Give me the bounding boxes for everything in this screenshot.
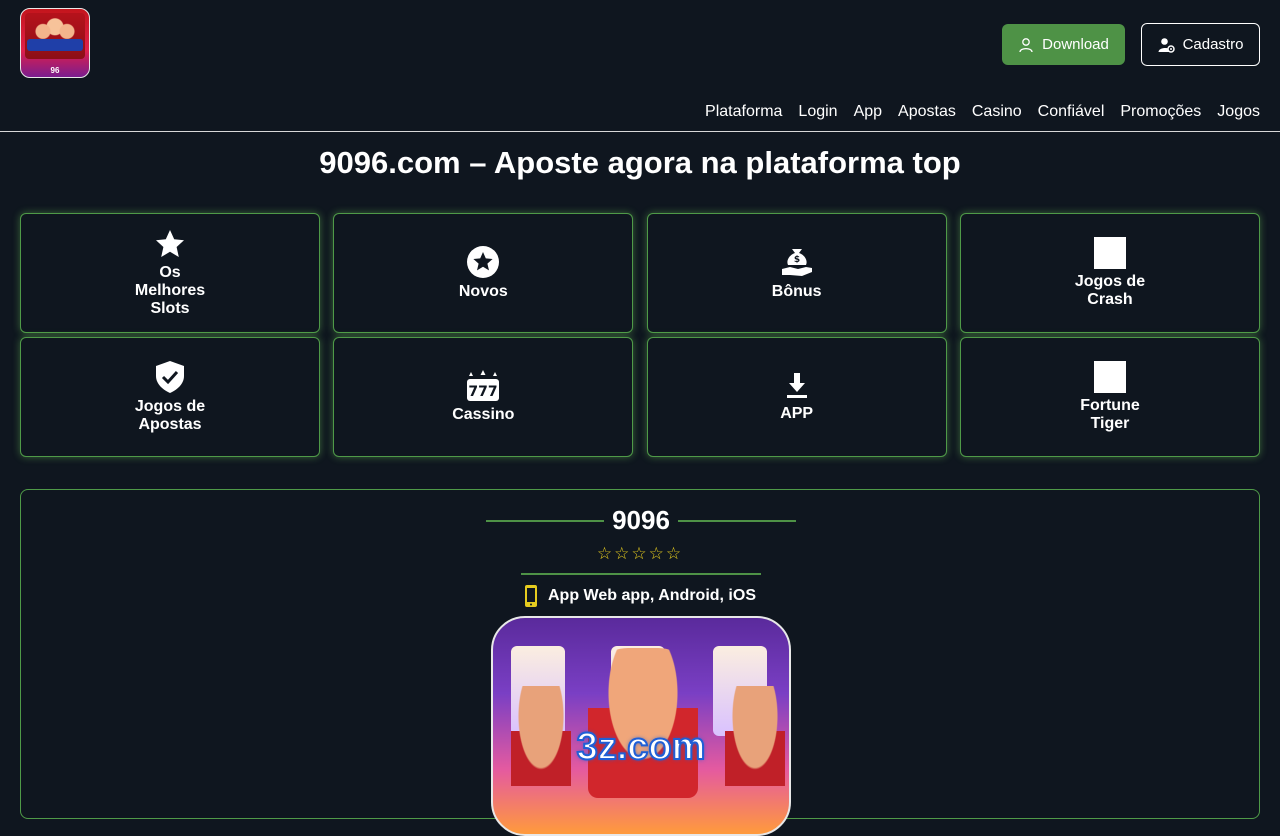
download-label: Download — [1042, 36, 1109, 53]
category-label: Fortune Tiger — [1080, 397, 1140, 432]
star-outline-icon: ☆ — [614, 544, 632, 563]
rating-stars: ☆☆☆☆☆ — [21, 544, 1259, 564]
nav-casino[interactable]: Casino — [972, 103, 1022, 121]
page-title: 9096.com – Aposte agora na plataforma to… — [319, 145, 961, 180]
main-nav: Plataforma Login App Apostas Casino Conf… — [705, 103, 1260, 121]
category-card-cassino[interactable]: 777 Cassino — [333, 337, 634, 457]
platforms-text: App Web app, Android, iOS — [548, 587, 756, 604]
game-promo-image[interactable]: 3z.com — [491, 616, 791, 836]
nav-plataforma[interactable]: Plataforma — [705, 103, 782, 121]
user-icon — [1019, 37, 1033, 52]
divider-line — [521, 573, 761, 575]
brand-name: 9096 — [612, 505, 670, 535]
star-outline-icon: ☆ — [631, 544, 649, 563]
site-header: 96 Download Cadastro Plataforma Login Ap… — [0, 0, 1280, 132]
star-outline-icon: ☆ — [665, 544, 684, 563]
app-panel: 9096 ☆☆☆☆☆ App Web app, Android, iOS 3z.… — [20, 489, 1260, 836]
cadastro-button[interactable]: Cadastro — [1141, 23, 1260, 66]
download-icon — [786, 373, 807, 398]
site-logo[interactable]: 96 — [20, 8, 90, 78]
category-card-melhores-slots[interactable]: Os Melhores Slots — [20, 213, 320, 333]
star-icon — [156, 230, 184, 257]
category-label: Novos — [458, 283, 508, 300]
category-grid: Os Melhores Slots Novos $ Bônus Jogos de… — [20, 213, 1260, 457]
shield-check-icon — [156, 361, 184, 393]
category-label: APP — [780, 405, 814, 422]
divider-line — [486, 519, 605, 522]
fortune-tiger-image — [1093, 361, 1126, 393]
category-card-apostas[interactable]: Jogos de Apostas — [20, 337, 320, 457]
category-label: Bônus — [771, 283, 822, 300]
cadastro-label: Cadastro — [1182, 36, 1244, 53]
svg-text:$: $ — [794, 255, 800, 265]
category-label: Cassino — [452, 406, 515, 423]
star-outline-icon: ☆ — [648, 544, 666, 563]
category-card-novos[interactable]: Novos — [333, 213, 634, 333]
user-gear-icon — [1158, 37, 1175, 53]
nav-app[interactable]: App — [854, 103, 882, 121]
download-button[interactable]: Download — [1002, 24, 1125, 65]
logo-artwork — [25, 13, 85, 59]
crash-image — [1093, 237, 1126, 269]
category-card-fortune-tiger[interactable]: Fortune Tiger — [959, 337, 1260, 457]
platforms-row: App Web app, Android, iOS — [21, 584, 1259, 608]
star-circle-icon — [467, 246, 500, 278]
category-label: Os Melhores Slots — [134, 264, 206, 317]
brand-row: 9096 — [486, 505, 796, 536]
nav-jogos[interactable]: Jogos — [1217, 103, 1260, 121]
mobile-phone-icon — [525, 585, 537, 607]
money-hand-icon: $ — [781, 249, 812, 276]
star-outline-icon: ☆ — [596, 544, 615, 563]
logo-text: 96 — [50, 66, 60, 75]
divider-line — [677, 519, 796, 522]
nav-apostas[interactable]: Apostas — [898, 103, 956, 121]
nav-confiavel[interactable]: Confiável — [1038, 103, 1105, 121]
image-watermark-text: 3z.com — [576, 725, 707, 769]
category-card-crash[interactable]: Jogos de Crash — [959, 213, 1260, 333]
nav-login[interactable]: Login — [798, 103, 837, 121]
ox-character-main — [588, 648, 698, 798]
category-label: Jogos de Crash — [1074, 273, 1146, 308]
nav-promocoes[interactable]: Promoções — [1120, 103, 1201, 121]
category-card-app[interactable]: APP — [646, 337, 947, 457]
logo-banner — [27, 39, 83, 51]
category-card-bonus[interactable]: $ Bônus — [646, 213, 947, 333]
svg-text:777: 777 — [469, 384, 498, 400]
slot-777-icon: 777 — [467, 370, 500, 401]
category-label: Jogos de Apostas — [134, 398, 206, 433]
